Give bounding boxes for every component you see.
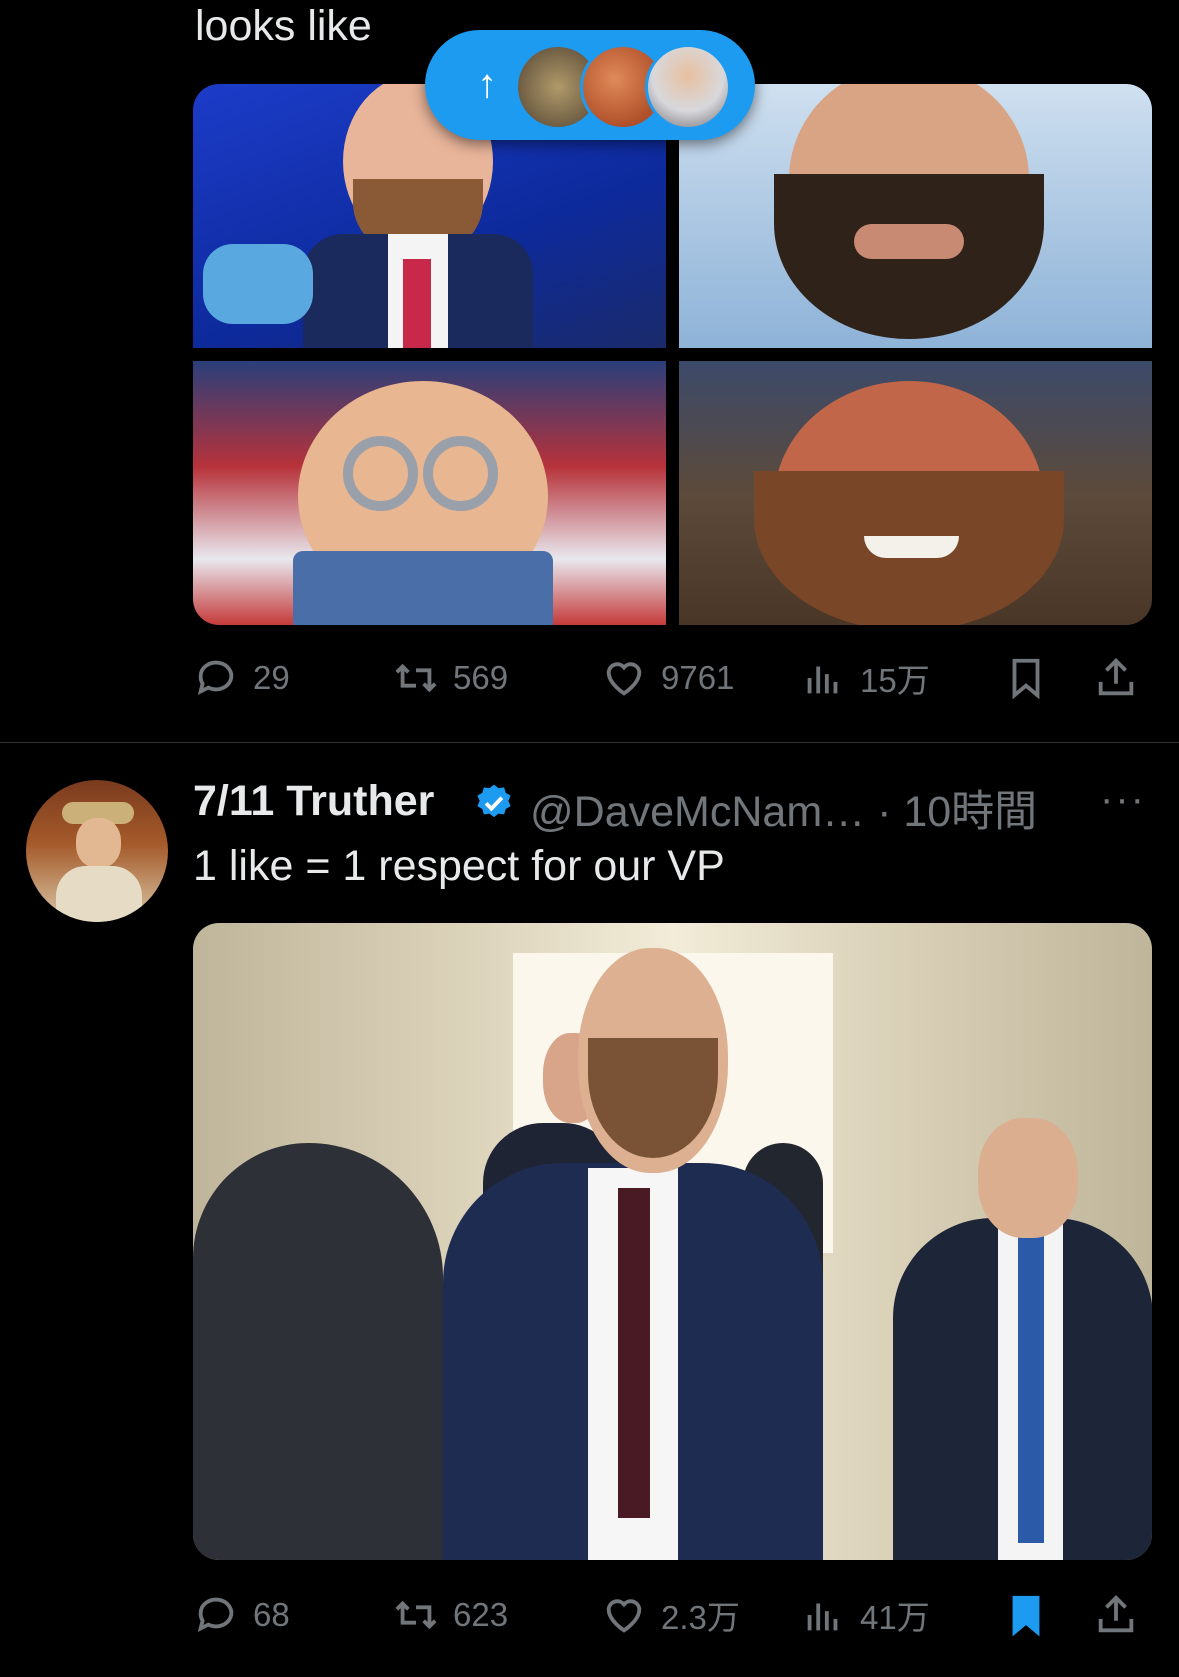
share-button[interactable] [1093, 1580, 1153, 1650]
tweet-image-4[interactable] [679, 361, 1152, 625]
avatar [645, 44, 731, 130]
tweet-actions: 29 569 9761 15万 [193, 643, 1153, 713]
bookmark-button[interactable] [1003, 643, 1063, 713]
reply-button[interactable]: 68 [193, 1580, 290, 1650]
reply-button[interactable]: 29 [193, 643, 290, 713]
views-count: 41万 [860, 1599, 930, 1636]
retweet-count: 623 [453, 1596, 509, 1633]
avatar[interactable] [26, 780, 168, 922]
bookmark-filled-icon [1012, 1595, 1040, 1637]
views-icon [807, 666, 838, 694]
retweet-icon [395, 663, 437, 693]
views-button[interactable]: 41万 [800, 1580, 930, 1650]
tweet-image-grid[interactable] [193, 84, 1152, 625]
more-options-button[interactable]: ··· [1100, 777, 1146, 822]
tweet-image-3[interactable] [193, 361, 666, 625]
tweet-image[interactable] [193, 923, 1152, 1560]
tweet-text: 1 like = 1 respect for our VP [193, 842, 725, 890]
views-icon [807, 1603, 838, 1631]
new-posts-pill[interactable]: ↑ [425, 30, 755, 140]
bookmark-button[interactable] [1003, 1580, 1063, 1650]
bookmark-icon [1012, 658, 1040, 700]
retweet-button[interactable]: 569 [393, 643, 508, 713]
share-icon [1098, 658, 1134, 696]
retweet-button[interactable]: 623 [393, 1580, 508, 1650]
reply-icon [197, 1597, 234, 1632]
handle-and-time[interactable]: @DaveMcNam… · 10時間 [530, 777, 1037, 839]
tweet-text: looks like [195, 2, 372, 50]
share-button[interactable] [1093, 643, 1153, 713]
heart-icon [606, 1599, 642, 1633]
views-button[interactable]: 15万 [800, 643, 930, 713]
verified-badge-icon [477, 784, 511, 818]
reply-icon [197, 660, 234, 695]
reply-count: 29 [253, 659, 290, 696]
heart-icon [606, 662, 642, 696]
like-count: 2.3万 [661, 1599, 740, 1636]
tweet-actions: 68 623 2.3万 41万 [193, 1580, 1153, 1650]
like-button[interactable]: 9761 [601, 643, 734, 713]
retweet-icon [395, 1600, 437, 1630]
like-count: 9761 [661, 659, 735, 696]
like-button[interactable]: 2.3万 [601, 1580, 740, 1650]
arrow-up-icon: ↑ [477, 62, 497, 106]
tweet-image-2[interactable] [679, 84, 1152, 348]
retweet-count: 569 [453, 659, 509, 696]
views-count: 15万 [860, 662, 930, 699]
divider [0, 742, 1179, 743]
share-icon [1098, 1595, 1134, 1633]
reply-count: 68 [253, 1596, 290, 1633]
display-name[interactable]: 7/11 Truther [193, 777, 434, 826]
